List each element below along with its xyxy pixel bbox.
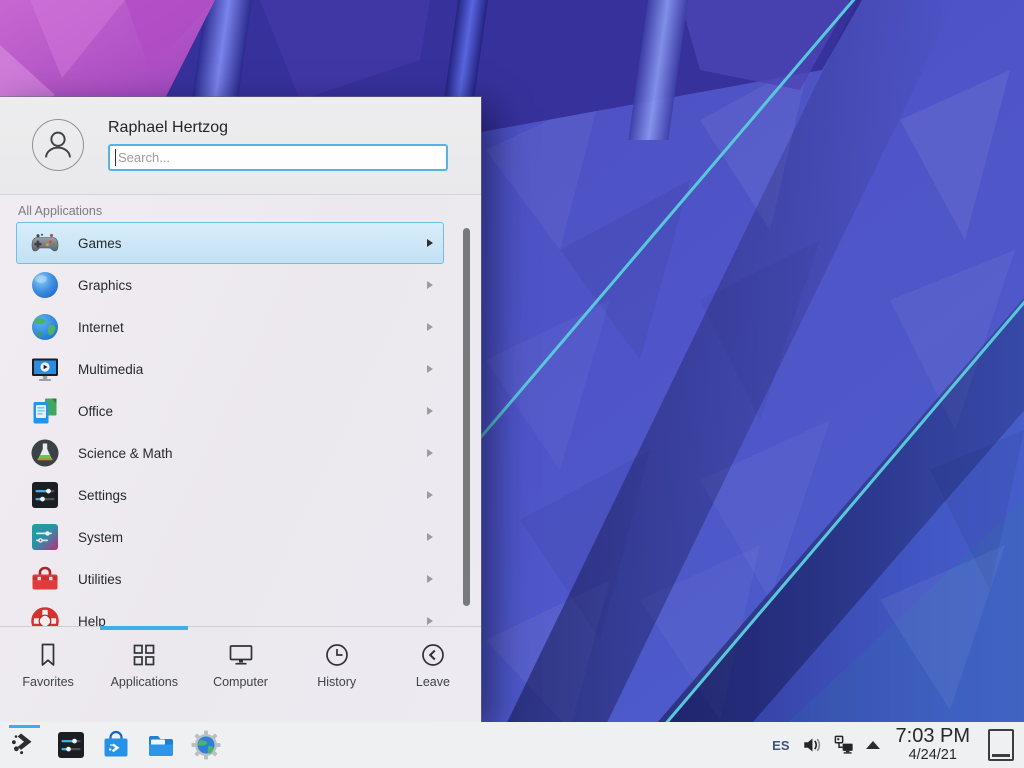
tab-favorites[interactable]: Favorites <box>0 641 96 722</box>
category-utilities[interactable]: Utilities <box>16 558 444 600</box>
bookmark-icon <box>34 641 62 669</box>
system-icon <box>29 521 61 553</box>
submenu-arrow-icon <box>427 281 433 289</box>
system-tray: ES 7:03 PM 4/24/21 <box>772 726 1014 763</box>
clock-time: 7:03 PM <box>896 726 970 748</box>
settings-icon <box>29 479 61 511</box>
submenu-arrow-icon <box>427 239 433 247</box>
category-settings[interactable]: Settings <box>16 474 444 516</box>
show-desktop-button[interactable] <box>988 729 1014 761</box>
submenu-arrow-icon <box>427 533 433 541</box>
submenu-arrow-icon <box>427 323 433 331</box>
active-tab-indicator <box>100 626 188 630</box>
submenu-arrow-icon <box>427 407 433 415</box>
category-help[interactable]: Help <box>16 600 444 626</box>
help-icon <box>29 605 61 626</box>
active-task-indicator <box>9 725 40 728</box>
submenu-arrow-icon <box>427 491 433 499</box>
discover-icon[interactable] <box>100 729 132 761</box>
gamepad-icon <box>29 227 61 259</box>
launcher-tab-bar: Favorites Applications Computer History … <box>0 626 481 722</box>
keyboard-layout-indicator[interactable]: ES <box>772 738 789 753</box>
text-cursor <box>115 149 116 166</box>
user-avatar[interactable] <box>32 119 84 171</box>
globe-icon <box>29 311 61 343</box>
application-launcher-menu: Raphael Hertzog All Applications Games G… <box>0 97 481 722</box>
search-wrap <box>108 144 448 171</box>
launcher-header: Raphael Hertzog <box>0 97 481 195</box>
category-system[interactable]: System <box>16 516 444 558</box>
network-icon[interactable] <box>834 735 854 755</box>
grid-icon <box>130 641 158 669</box>
user-column: Raphael Hertzog <box>108 119 449 194</box>
office-icon <box>29 395 61 427</box>
tab-history[interactable]: History <box>289 641 385 722</box>
pinned-apps <box>42 729 222 761</box>
category-multimedia[interactable]: Multimedia <box>16 348 444 390</box>
science-icon <box>29 437 61 469</box>
leave-icon <box>419 641 447 669</box>
volume-icon[interactable] <box>802 735 822 755</box>
submenu-arrow-icon <box>427 449 433 457</box>
tab-computer[interactable]: Computer <box>192 641 288 722</box>
computer-icon <box>227 641 255 669</box>
tab-applications[interactable]: Applications <box>96 641 192 722</box>
dolphin-icon[interactable] <box>145 729 177 761</box>
section-label: All Applications <box>0 195 481 222</box>
submenu-arrow-icon <box>427 617 433 625</box>
category-internet[interactable]: Internet <box>16 306 444 348</box>
category-office[interactable]: Office <box>16 390 444 432</box>
clock[interactable]: 7:03 PM 4/24/21 <box>896 726 970 763</box>
application-launcher-button[interactable] <box>8 724 42 766</box>
category-science-math[interactable]: Science & Math <box>16 432 444 474</box>
tab-leave[interactable]: Leave <box>385 641 481 722</box>
user-icon <box>35 122 81 168</box>
kde-launcher-icon <box>9 727 41 764</box>
desktop: Raphael Hertzog All Applications Games G… <box>0 0 1024 768</box>
system-settings-icon[interactable] <box>55 729 87 761</box>
search-input[interactable] <box>108 144 448 171</box>
scrollbar[interactable] <box>463 228 470 606</box>
taskbar-panel: ES 7:03 PM 4/24/21 <box>0 722 1024 768</box>
konqueror-icon[interactable] <box>190 729 222 761</box>
clock-date: 4/24/21 <box>896 748 970 764</box>
submenu-arrow-icon <box>427 575 433 583</box>
user-name: Raphael Hertzog <box>108 119 449 137</box>
graphics-icon <box>29 269 61 301</box>
category-games[interactable]: Games <box>16 222 444 264</box>
submenu-arrow-icon <box>427 365 433 373</box>
category-graphics[interactable]: Graphics <box>16 264 444 306</box>
up-caret-icon[interactable] <box>866 741 880 749</box>
utilities-icon <box>29 563 61 595</box>
multimedia-icon <box>29 353 61 385</box>
history-icon <box>323 641 351 669</box>
category-list: Games Graphics Internet Multimedia Offic… <box>0 222 481 626</box>
